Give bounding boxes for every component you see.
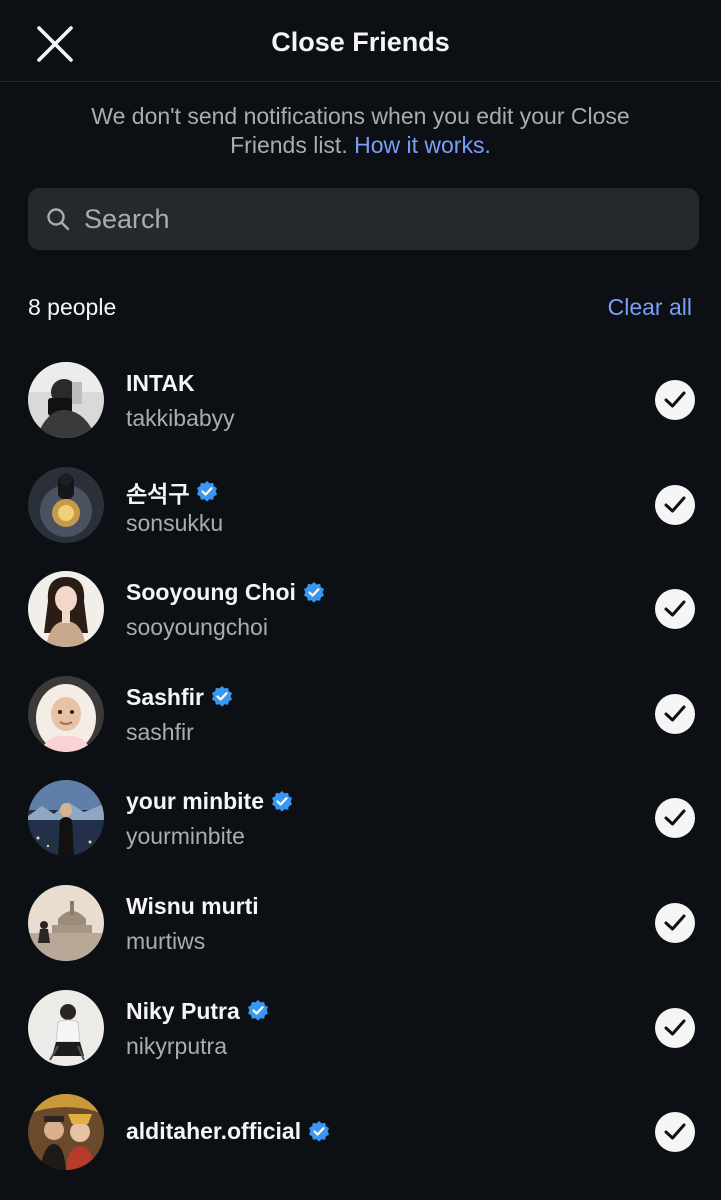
name-text: Sashfir: [126, 683, 204, 710]
selected-checkbox[interactable]: [655, 693, 695, 734]
list-item[interactable]: Sooyoung Choi sooyoungchoi: [0, 557, 721, 662]
list-item[interactable]: your minbite yourminbite: [0, 766, 721, 871]
verified-badge-icon: [247, 1000, 268, 1021]
selected-checkbox[interactable]: [655, 1112, 695, 1153]
avatar: [28, 989, 104, 1066]
person-name: INTAK: [126, 370, 195, 397]
avatar: [28, 675, 104, 752]
selected-checkbox[interactable]: [655, 484, 695, 525]
person-username: nikyrputra: [126, 1032, 227, 1059]
selected-checkbox[interactable]: [655, 1007, 695, 1048]
how-it-works-link[interactable]: How it works.: [354, 132, 491, 158]
avatar: [28, 1094, 104, 1171]
selected-checkbox[interactable]: [655, 589, 695, 630]
verified-badge-icon: [309, 1120, 330, 1142]
checkmark-icon: [664, 914, 686, 931]
avatar: [28, 780, 104, 857]
list-item[interactable]: Wisnu murti murtiws: [0, 871, 721, 976]
verified-badge-icon: [272, 790, 293, 812]
checkmark-icon: [664, 600, 686, 617]
avatar: [28, 362, 104, 438]
checkmark-icon: [664, 705, 686, 722]
person-username: murtiws: [126, 927, 206, 954]
person-username: takkibabyy: [126, 405, 235, 431]
people-count: 8 people: [28, 294, 117, 320]
person-username: sonsukku: [126, 509, 224, 536]
selected-checkbox[interactable]: [655, 798, 695, 839]
person-name: 손석구: [126, 475, 219, 509]
search-input[interactable]: [84, 188, 684, 250]
checkmark-icon: [664, 1019, 686, 1036]
person-name: your minbite: [126, 788, 294, 815]
search-icon: [47, 208, 70, 231]
name-text: your minbite: [126, 788, 265, 815]
page-title: Close Friends: [271, 27, 450, 57]
search-bar[interactable]: [28, 188, 699, 250]
person-name: alditaher.official: [126, 1118, 331, 1145]
checkmark-icon: [664, 496, 686, 513]
verified-badge-icon: [197, 480, 218, 502]
list-item[interactable]: Niky Putra nikyrputra: [0, 976, 721, 1081]
avatar: [28, 884, 104, 961]
person-name: Sashfir: [126, 684, 234, 711]
checkmark-icon: [664, 391, 686, 408]
person-username: sashfir: [126, 718, 194, 745]
checkmark-icon: [664, 809, 686, 826]
avatar: [28, 571, 104, 648]
verified-badge-icon: [303, 581, 324, 603]
name-text: 손석구: [126, 480, 190, 507]
name-text: Wisnu murti: [126, 892, 259, 919]
list-item[interactable]: 손석구 sonsukku: [0, 453, 721, 558]
person-username: yourminbite: [126, 823, 245, 850]
header: Close Friends: [0, 0, 721, 82]
person-username: sooyoungchoi: [126, 614, 268, 641]
list-item[interactable]: alditaher.official: [0, 1080, 721, 1185]
name-text: Niky Putra: [126, 997, 240, 1024]
avatar: [28, 466, 104, 543]
name-text: INTAK: [126, 370, 195, 396]
name-text: alditaher.official: [126, 1118, 302, 1145]
list-item[interactable]: INTAK takkibabyy: [0, 348, 721, 453]
checkmark-icon: [664, 1123, 686, 1140]
person-name: Wisnu murti: [126, 893, 259, 920]
name-text: Sooyoung Choi: [126, 579, 296, 606]
person-name: Niky Putra: [126, 998, 270, 1025]
notice-text: We don't send notifications when you edi…: [60, 102, 661, 160]
selected-checkbox[interactable]: [655, 380, 695, 420]
close-friends-list: INTAK takkibabyy 손석구 sonsukku Sooyoung C…: [0, 348, 721, 1185]
selected-checkbox[interactable]: [655, 902, 695, 943]
verified-badge-icon: [211, 686, 232, 707]
person-name: Sooyoung Choi: [126, 579, 326, 606]
clear-all-button[interactable]: Clear all: [608, 294, 692, 321]
list-item[interactable]: Sashfir sashfir: [0, 662, 721, 767]
